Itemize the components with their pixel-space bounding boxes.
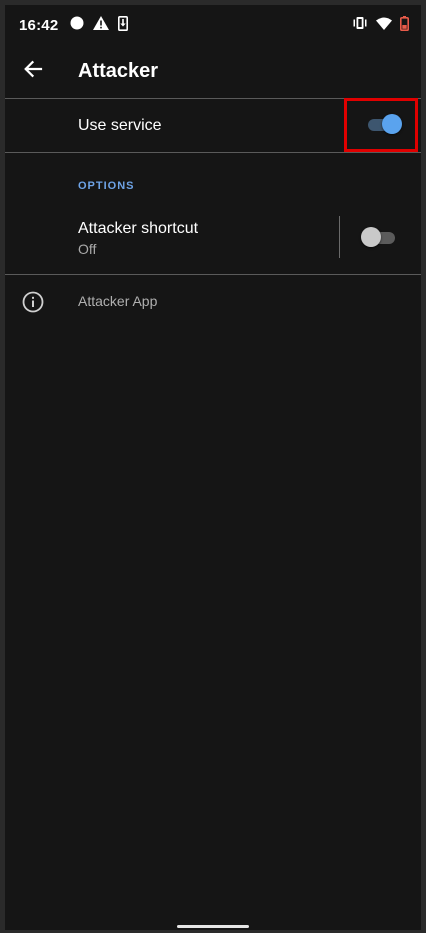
download-icon (118, 15, 129, 35)
frame-top-edge (0, 0, 426, 5)
warning-icon (93, 16, 110, 34)
use-service-label: Use service (78, 116, 162, 134)
vertical-divider (339, 216, 340, 258)
app-info-text: Attacker App (78, 293, 158, 309)
circle-notification-icon (70, 16, 84, 34)
attacker-shortcut-summary: Off (78, 241, 97, 257)
status-bar: 16:42 (5, 5, 421, 45)
info-icon (22, 291, 44, 313)
page-title: Attacker (78, 60, 159, 82)
divider-use-service (5, 152, 421, 153)
attacker-shortcut-switch[interactable] (361, 227, 397, 249)
vibrate-icon (352, 16, 368, 34)
battery-low-icon (400, 15, 410, 35)
highlight-box (344, 98, 418, 152)
switch-thumb (361, 227, 381, 247)
app-info-row: Attacker App (5, 280, 421, 324)
wifi-icon (376, 17, 392, 34)
arrow-left-icon (23, 59, 43, 84)
back-button[interactable] (5, 48, 61, 96)
app-bar: Attacker (5, 45, 421, 98)
divider-options (5, 274, 421, 275)
gesture-nav-handle[interactable] (177, 925, 249, 928)
status-right-icons (352, 15, 410, 35)
options-header: OPTIONS (78, 180, 135, 192)
attacker-shortcut-row[interactable]: Attacker shortcut Off (5, 205, 421, 273)
attacker-shortcut-title: Attacker shortcut (78, 220, 199, 237)
settings-screen: 16:42 Attacker Use service OPTIONS Attac… (0, 0, 426, 933)
status-time: 16:42 (19, 16, 59, 34)
